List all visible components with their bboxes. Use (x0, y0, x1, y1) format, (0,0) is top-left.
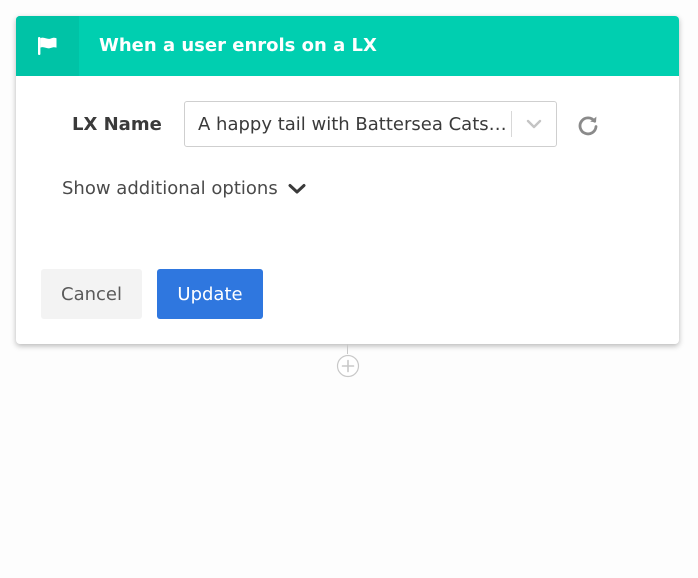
cancel-button[interactable]: Cancel (41, 269, 142, 319)
card-header: When a user enrols on a LX (16, 16, 679, 76)
select-dropdown-toggle[interactable] (512, 102, 556, 146)
lx-name-select[interactable]: A happy tail with Battersea Cats and Dog… (184, 101, 557, 147)
flag-icon-box (16, 16, 79, 76)
chevron-down-icon (288, 183, 306, 195)
chevron-down-icon (526, 119, 542, 129)
lx-name-label: LX Name (72, 114, 162, 135)
flag-icon (37, 37, 56, 55)
plus-circle-icon (336, 354, 360, 378)
trigger-card: When a user enrols on a LX LX Name A hap… (16, 16, 679, 344)
card-title: When a user enrols on a LX (99, 35, 377, 56)
flow-connector-line (347, 344, 348, 354)
update-button[interactable]: Update (157, 269, 263, 319)
add-step-button[interactable] (336, 354, 360, 378)
show-additional-options-label: Show additional options (62, 178, 278, 199)
show-additional-options-toggle[interactable]: Show additional options (62, 178, 306, 199)
lx-name-selected-value: A happy tail with Battersea Cats and Dog… (198, 113, 511, 135)
refresh-icon (578, 116, 598, 136)
refresh-button[interactable] (576, 114, 600, 138)
